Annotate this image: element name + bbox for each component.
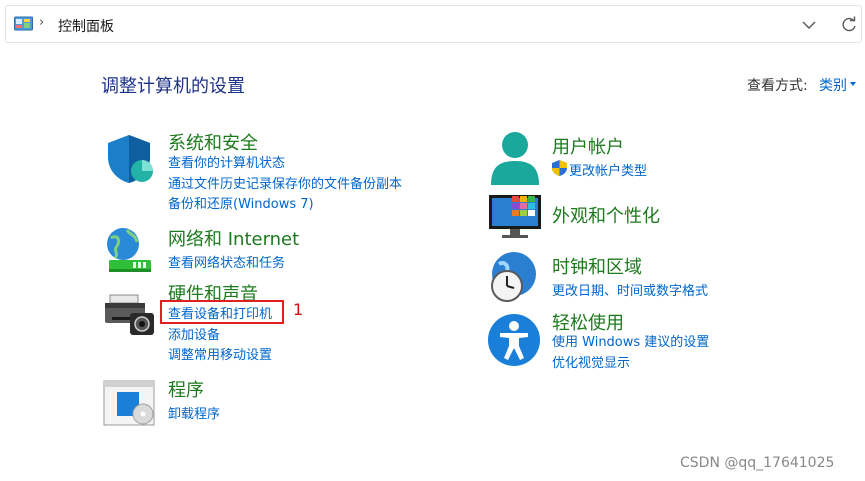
chevron-down-icon[interactable] <box>801 18 817 32</box>
annotation-number: 1 <box>293 300 304 319</box>
programs-icon[interactable] <box>103 380 157 428</box>
category-appearance[interactable]: 外观和个性化 <box>552 202 660 228</box>
link-file-history-backup[interactable]: 通过文件历史记录保存你的文件备份副本 <box>168 173 402 192</box>
accessibility-icon[interactable] <box>487 313 541 367</box>
highlight-box <box>160 300 284 324</box>
link-change-date-time-format[interactable]: 更改日期、时间或数字格式 <box>552 280 708 299</box>
watermark: CSDN @qq_17641025 <box>680 455 835 471</box>
link-uninstall-program[interactable]: 卸载程序 <box>168 403 220 422</box>
caret-down-icon[interactable] <box>850 82 856 86</box>
clock-globe-icon[interactable] <box>487 250 541 304</box>
network-globe-icon[interactable] <box>103 224 155 276</box>
link-network-status[interactable]: 查看网络状态和任务 <box>168 252 285 271</box>
breadcrumb-separator-icon: › <box>39 15 45 30</box>
refresh-icon[interactable] <box>840 16 858 34</box>
link-add-device[interactable]: 添加设备 <box>168 324 220 343</box>
view-by-dropdown[interactable]: 类别 <box>819 75 847 95</box>
shield-icon[interactable] <box>104 133 154 185</box>
link-change-account-type[interactable]: 更改帐户类型 <box>569 160 647 179</box>
appearance-monitor-icon[interactable] <box>488 193 542 239</box>
user-icon[interactable] <box>489 131 541 187</box>
control-panel-icon <box>14 16 33 31</box>
category-user-accounts[interactable]: 用户帐户 <box>552 133 624 159</box>
link-optimize-visual-display[interactable]: 优化视觉显示 <box>552 352 630 371</box>
category-network-internet[interactable]: 网络和 Internet <box>168 225 299 251</box>
breadcrumb-control-panel[interactable]: 控制面板 <box>58 16 114 36</box>
address-bar[interactable]: › 控制面板 <box>5 5 862 43</box>
category-clock-region[interactable]: 时钟和区域 <box>552 253 642 279</box>
uac-shield-icon <box>552 160 567 176</box>
view-by-label: 查看方式: <box>747 78 808 94</box>
printer-camera-icon[interactable] <box>104 293 156 339</box>
link-mobility-settings[interactable]: 调整常用移动设置 <box>168 344 272 363</box>
link-backup-restore[interactable]: 备份和还原(Windows 7) <box>168 193 314 212</box>
link-view-computer-status[interactable]: 查看你的计算机状态 <box>168 152 285 171</box>
category-programs[interactable]: 程序 <box>168 376 204 402</box>
page-title: 调整计算机的设置 <box>101 76 245 97</box>
link-windows-recommended-settings[interactable]: 使用 Windows 建议的设置 <box>552 331 709 350</box>
